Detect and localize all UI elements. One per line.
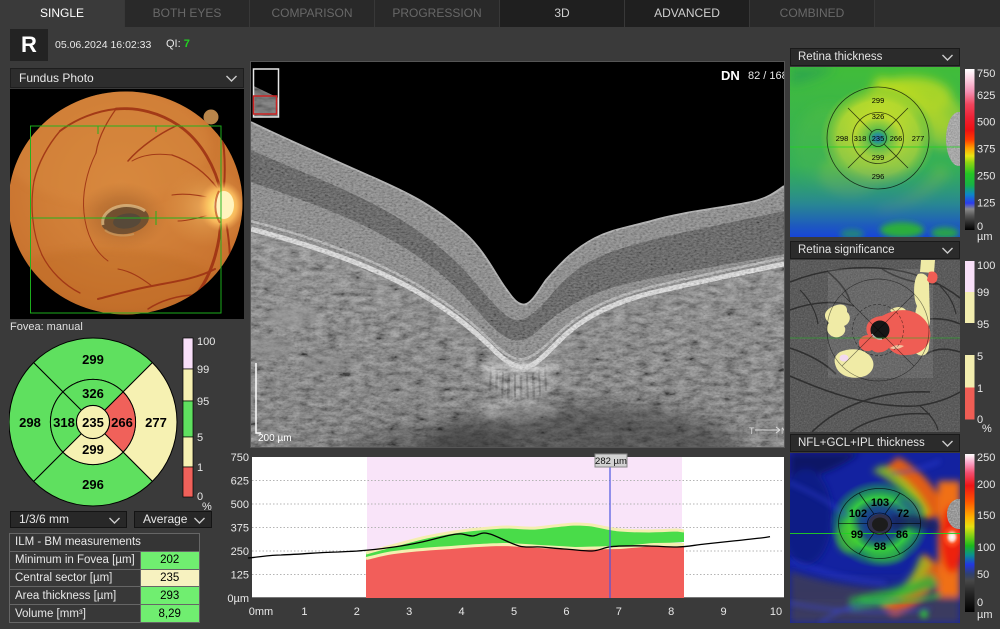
svg-text:266: 266: [890, 134, 903, 143]
svg-text:1: 1: [301, 606, 307, 618]
svg-text:299: 299: [82, 442, 104, 457]
svg-text:200: 200: [977, 479, 995, 491]
svg-text:T: T: [749, 426, 755, 436]
svg-text:95: 95: [977, 319, 989, 331]
svg-text:296: 296: [82, 477, 104, 492]
svg-text:625: 625: [231, 476, 249, 488]
svg-text:298: 298: [836, 134, 849, 143]
svg-text:µm: µm: [977, 231, 993, 243]
svg-text:4: 4: [459, 606, 465, 618]
svg-text:299: 299: [82, 352, 104, 367]
svg-text:750: 750: [977, 68, 995, 80]
svg-text:0µm: 0µm: [227, 593, 249, 605]
svg-text:99: 99: [197, 364, 209, 376]
svg-text:82 / 168: 82 / 168: [748, 70, 784, 82]
svg-text:326: 326: [82, 386, 104, 401]
svg-text:150: 150: [977, 510, 995, 522]
svg-text:72: 72: [897, 508, 909, 520]
svg-text:9: 9: [721, 606, 727, 618]
svg-text:500: 500: [977, 117, 995, 129]
svg-text:266: 266: [111, 415, 133, 430]
svg-text:250: 250: [977, 452, 995, 464]
svg-text:100: 100: [977, 260, 995, 272]
svg-text:375: 375: [231, 523, 249, 535]
svg-text:375: 375: [977, 144, 995, 156]
svg-text:235: 235: [872, 134, 885, 143]
svg-text:102: 102: [849, 508, 867, 520]
svg-text:6: 6: [563, 606, 569, 618]
svg-text:277: 277: [145, 415, 167, 430]
svg-text:318: 318: [854, 134, 867, 143]
svg-text:2: 2: [354, 606, 360, 618]
svg-text:7: 7: [616, 606, 622, 618]
svg-text:10: 10: [770, 606, 782, 618]
svg-text:5: 5: [977, 351, 983, 363]
svg-text:%: %: [982, 423, 992, 435]
svg-text:500: 500: [231, 499, 249, 511]
svg-text:282 µm: 282 µm: [595, 456, 627, 467]
svg-text:5: 5: [197, 432, 203, 444]
svg-text:DN: DN: [721, 68, 740, 83]
svg-text:99: 99: [851, 529, 863, 541]
svg-text:100: 100: [977, 542, 995, 554]
svg-text:318: 318: [53, 415, 75, 430]
svg-text:103: 103: [871, 497, 889, 509]
svg-text:99: 99: [977, 287, 989, 299]
svg-text:299: 299: [872, 153, 885, 162]
svg-text:50: 50: [977, 569, 989, 581]
svg-text:125: 125: [977, 198, 995, 210]
svg-text:750: 750: [231, 452, 249, 464]
svg-text:86: 86: [896, 529, 908, 541]
svg-text:5: 5: [511, 606, 517, 618]
svg-text:326: 326: [872, 112, 885, 121]
svg-text:95: 95: [197, 396, 209, 408]
svg-text:277: 277: [912, 134, 925, 143]
svg-text:298: 298: [19, 415, 41, 430]
svg-text:625: 625: [977, 90, 995, 102]
svg-text:200 µm: 200 µm: [258, 433, 292, 444]
svg-text:125: 125: [231, 570, 249, 582]
svg-text:8: 8: [668, 606, 674, 618]
svg-text:100: 100: [197, 337, 215, 348]
svg-text:299: 299: [872, 96, 885, 105]
svg-text:0mm: 0mm: [249, 606, 273, 618]
svg-text:250: 250: [231, 546, 249, 558]
svg-text:N: N: [781, 426, 784, 436]
svg-text:1: 1: [977, 383, 983, 395]
svg-text:296: 296: [872, 172, 885, 181]
svg-text:µm: µm: [977, 609, 993, 621]
svg-text:235: 235: [82, 415, 104, 430]
svg-text:1: 1: [197, 462, 203, 474]
svg-text:0: 0: [977, 597, 983, 609]
svg-text:3: 3: [406, 606, 412, 618]
svg-text:250: 250: [977, 171, 995, 183]
svg-text:98: 98: [874, 541, 886, 553]
